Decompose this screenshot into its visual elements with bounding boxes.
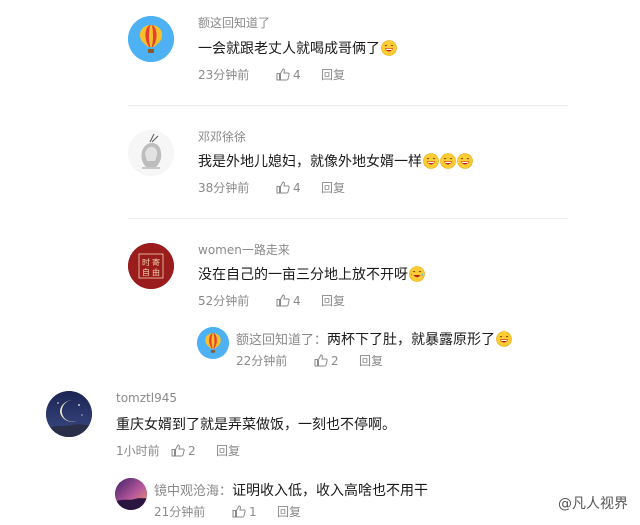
comment-text: 我是外地儿媳妇，就像外地女婿一样 [198, 151, 473, 171]
comment-author[interactable]: women一路走来 [198, 241, 290, 258]
thumbs-up-icon [232, 505, 246, 518]
avatar[interactable] [46, 391, 92, 437]
like-count: 1 [249, 504, 257, 519]
crying-laughing-emoji-icon [409, 266, 425, 282]
reply-text-body: 证明收入低，收入高啥也不用干 [232, 483, 429, 499]
reply-button[interactable]: 回复 [321, 66, 345, 83]
thumbs-up-icon [314, 354, 328, 367]
like-button[interactable]: 4 [276, 68, 321, 82]
comment-author[interactable]: tomztl945 [116, 391, 177, 405]
seal-char: 寄 [152, 257, 160, 267]
red-seal-icon: 时 寄 自 由 [128, 243, 174, 289]
reply-text: 额这回知道了：两杯下了肚，就暴露原形了 [236, 329, 512, 349]
comment-time: 1小时前 [116, 444, 160, 458]
like-button[interactable]: 4 [276, 294, 321, 308]
comment-time: 21分钟前 [154, 505, 206, 519]
like-count: 4 [293, 67, 301, 82]
avatar[interactable] [115, 478, 147, 510]
watermark-text: @凡人视界 [558, 496, 628, 512]
reply-text-body: 两杯下了肚，就暴露原形了 [327, 332, 496, 348]
like-count: 4 [293, 293, 301, 308]
comment-text: 重庆女婿到了就是弄菜做饭，一刻也不停啊。 [116, 414, 396, 434]
avatar[interactable] [197, 327, 229, 359]
comment-text-body: 没在自己的一亩三分地上放不开呀 [198, 267, 408, 283]
purple-sky-icon [115, 478, 147, 510]
sketch-girl-icon [128, 130, 174, 176]
comment-text-body: 我是外地儿媳妇，就像外地女婿一样 [198, 154, 422, 170]
like-button[interactable]: 2 [314, 354, 359, 368]
reply-author[interactable]: 镜中观沧海： [154, 484, 232, 499]
like-button[interactable]: 2 [171, 444, 216, 458]
comment-text: 一会就跟老丈人就喝成哥俩了 [198, 38, 397, 58]
laughing-emoji-icon [457, 153, 473, 169]
watermark: @凡人视界 [558, 493, 628, 513]
reply-author[interactable]: 额这回知道了： [236, 333, 327, 348]
like-count: 2 [188, 443, 196, 458]
comment-time: 22分钟前 [236, 354, 288, 368]
seal-char: 时 [142, 257, 150, 267]
laughing-emoji-icon [381, 40, 397, 56]
laughing-emoji-icon [423, 153, 439, 169]
like-button[interactable]: 1 [232, 505, 277, 519]
like-count: 4 [293, 180, 301, 195]
reply-button[interactable]: 回复 [216, 442, 240, 459]
comment-time: 23分钟前 [198, 68, 250, 82]
divider [128, 218, 568, 219]
comment-meta: 22分钟前 2 回复 [236, 352, 383, 369]
seal-char: 由 [152, 267, 160, 277]
comment-meta: 23分钟前 4 回复 [198, 66, 345, 83]
thumbs-up-icon [276, 68, 290, 81]
thumbs-up-icon [276, 294, 290, 307]
seal-char: 自 [142, 267, 150, 277]
comment-text-body: 一会就跟老丈人就喝成哥俩了 [198, 41, 380, 57]
comment-author[interactable]: 额这回知道了 [198, 14, 270, 31]
avatar[interactable] [128, 130, 174, 176]
comment-time: 52分钟前 [198, 294, 250, 308]
like-button[interactable]: 4 [276, 181, 321, 195]
comment-text: 没在自己的一亩三分地上放不开呀 [198, 264, 425, 284]
comment-meta: 52分钟前 4 回复 [198, 292, 345, 309]
comment-meta: 38分钟前 4 回复 [198, 179, 345, 196]
avatar[interactable]: 时 寄 自 由 [128, 243, 174, 289]
comment-meta: 21分钟前 1 回复 [154, 503, 301, 520]
reply-button[interactable]: 回复 [321, 292, 345, 309]
hot-air-balloon-icon [197, 327, 229, 359]
comment-meta: 1小时前 2 回复 [116, 442, 240, 459]
comment-time: 38分钟前 [198, 181, 250, 195]
moon-night-icon [46, 391, 92, 437]
divider [128, 105, 568, 106]
thumbs-up-icon [171, 444, 185, 457]
laughing-emoji-icon [440, 153, 456, 169]
reply-button[interactable]: 回复 [321, 179, 345, 196]
laughing-emoji-icon [496, 331, 512, 347]
thumbs-up-icon [276, 181, 290, 194]
comment-author[interactable]: 邓邓徐徐 [198, 128, 246, 145]
like-count: 2 [331, 353, 339, 368]
hot-air-balloon-icon [128, 16, 174, 62]
reply-button[interactable]: 回复 [359, 352, 383, 369]
reply-button[interactable]: 回复 [277, 503, 301, 520]
comment-text-body: 重庆女婿到了就是弄菜做饭，一刻也不停啊。 [116, 417, 396, 433]
avatar[interactable] [128, 16, 174, 62]
reply-text: 镜中观沧海：证明收入低，收入高啥也不用干 [154, 480, 428, 500]
